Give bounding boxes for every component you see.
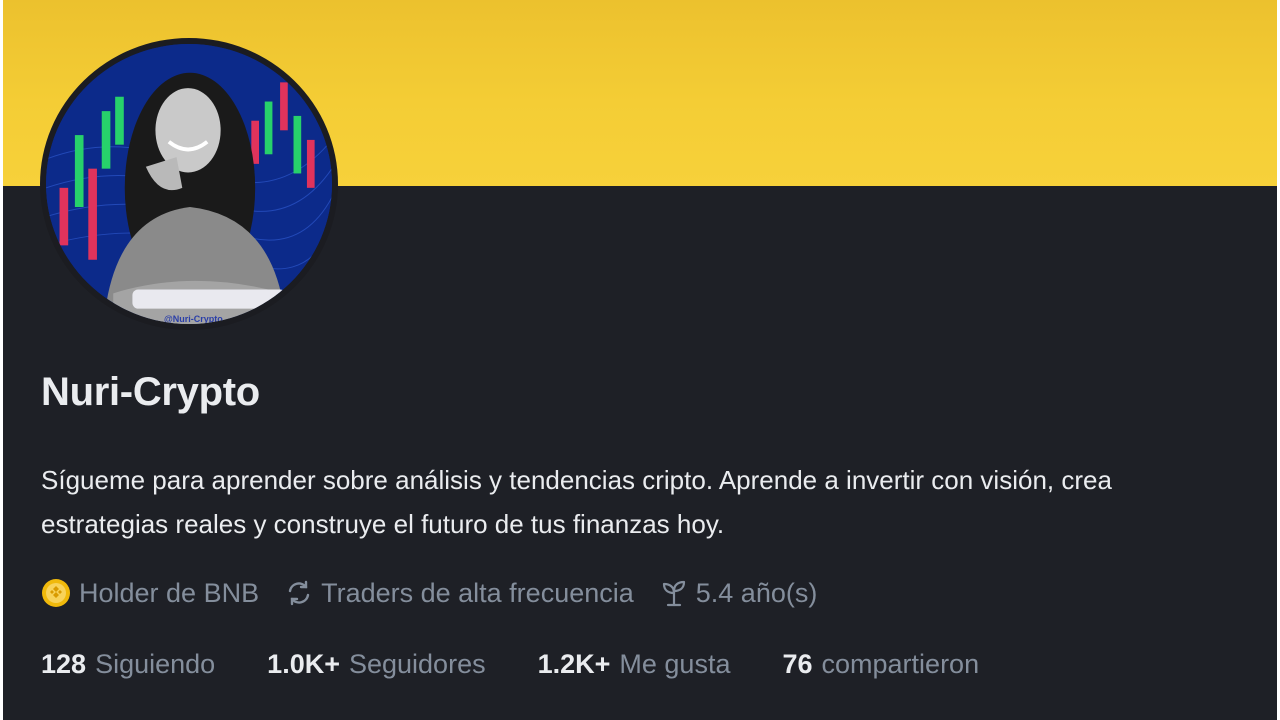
avatar-watermark: @Nuri-Crypto bbox=[164, 314, 223, 324]
stat-label: Me gusta bbox=[619, 648, 731, 679]
stat-value: 128 bbox=[41, 648, 87, 679]
tag-label: 5.4 año(s) bbox=[695, 577, 818, 608]
refresh-cycle-icon bbox=[285, 579, 313, 607]
profile-tags: Holder de BNB Traders de alta frecuencia bbox=[41, 574, 843, 612]
sprout-icon bbox=[660, 579, 688, 607]
stat-shares[interactable]: 76 compartieron bbox=[782, 649, 979, 680]
profile-stats: 128 Siguiendo 1.0K+ Seguidores 1.2K+ Me … bbox=[41, 644, 1031, 684]
stat-followers[interactable]: 1.0K+ Seguidores bbox=[267, 649, 485, 680]
tag-bnb-holder[interactable]: Holder de BNB bbox=[41, 578, 259, 609]
tag-account-age[interactable]: 5.4 año(s) bbox=[660, 577, 818, 609]
stat-value: 1.0K+ bbox=[267, 648, 340, 679]
stat-value: 76 bbox=[782, 648, 813, 679]
stat-label: Seguidores bbox=[348, 648, 486, 679]
avatar[interactable]: @Nuri-Crypto bbox=[40, 38, 338, 330]
tag-high-frequency-trader[interactable]: Traders de alta frecuencia bbox=[285, 578, 634, 609]
bnb-coin-icon bbox=[41, 578, 71, 608]
stat-label: Siguiendo bbox=[95, 648, 216, 679]
stat-following[interactable]: 128 Siguiendo bbox=[41, 649, 215, 680]
profile-bio: Sígueme para aprender sobre análisis y t… bbox=[41, 465, 1112, 539]
profile-name: Nuri-Crypto bbox=[41, 370, 260, 414]
stat-label: compartieron bbox=[821, 648, 980, 679]
stat-value: 1.2K+ bbox=[537, 648, 611, 679]
avatar-image bbox=[46, 44, 332, 324]
profile-card: @Nuri-Crypto Nuri-Crypto Sígueme para ap… bbox=[0, 0, 1280, 720]
stat-likes[interactable]: 1.2K+ Me gusta bbox=[538, 649, 731, 680]
tag-label: Holder de BNB bbox=[79, 577, 260, 608]
tag-label: Traders de alta frecuencia bbox=[321, 577, 634, 608]
